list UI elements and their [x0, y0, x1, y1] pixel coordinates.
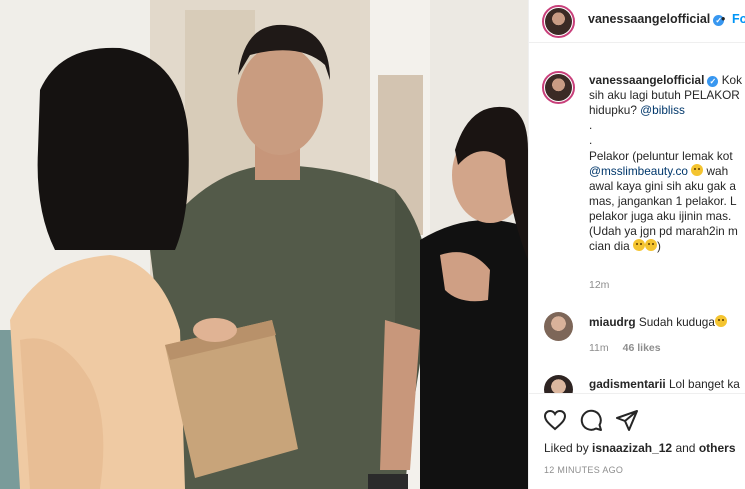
- share-icon[interactable]: [615, 408, 639, 432]
- post-time-ago[interactable]: 12 MINUTES AGO: [544, 465, 623, 475]
- caption-text-2: sih aku lagi butuh PELAKOR: [589, 88, 740, 102]
- mention-link-bibliss[interactable]: @bibliss: [640, 103, 685, 117]
- post-side-panel: vanessaangelofficial✓ • Fo vanessaangelo…: [528, 0, 745, 489]
- laughing-emoji-icon: [632, 239, 645, 251]
- author-avatar[interactable]: [542, 5, 575, 38]
- comment-1: miaudrg Sudah kuduga: [589, 315, 745, 330]
- author-username-header[interactable]: vanessaangelofficial ✓: [588, 12, 725, 26]
- post-photo[interactable]: [0, 0, 528, 489]
- caption-text-5: .: [589, 133, 593, 147]
- liked-by-and: and: [675, 441, 696, 455]
- author-username-text[interactable]: vanessaangelofficial: [588, 12, 710, 26]
- comment-icon[interactable]: [579, 408, 603, 432]
- liked-by-prefix: Liked by: [544, 441, 589, 455]
- comment-likes[interactable]: 46 likes: [623, 342, 661, 354]
- post-actions: Liked by isnaazizah_12 and others 12 MIN…: [529, 393, 745, 489]
- follow-button[interactable]: Fo: [732, 12, 745, 26]
- comment-time[interactable]: 11m: [589, 342, 609, 354]
- caption-text-1: Kok: [721, 73, 743, 87]
- comment-text: Sudah kuduga: [638, 315, 715, 329]
- commenter-avatar-miaudrg[interactable]: [544, 312, 573, 341]
- liked-by: Liked by isnaazizah_12 and others: [544, 441, 736, 455]
- post-image: [0, 0, 528, 489]
- comment-1-meta: 11m 46 likes: [589, 342, 661, 354]
- caption-text-11: (Udah ya jgn pd marah2in m: [589, 224, 738, 238]
- laughing-emoji-icon: [644, 239, 657, 251]
- flushed-emoji-icon: [691, 164, 704, 176]
- comment-username[interactable]: gadismentarii: [589, 377, 666, 391]
- grin-emoji-icon: [714, 315, 727, 327]
- liked-by-user[interactable]: isnaazizah_12: [592, 441, 672, 455]
- caption-text-4: .: [589, 118, 593, 132]
- caption-line-1: vanessaangelofficial ✓ Kok: [589, 73, 745, 88]
- caption-text-8: awal kaya gini sih aku gak a: [589, 179, 736, 193]
- caption-text-6: Pelakor (peluntur lemak kot: [589, 149, 733, 163]
- caption-timestamp[interactable]: 12m: [589, 279, 609, 291]
- heart-icon[interactable]: [543, 408, 567, 432]
- caption-text-10: pelakor juga aku ijinin mas.: [589, 209, 732, 223]
- caption-verified-icon: ✓: [707, 76, 719, 87]
- comment-2: gadismentarii Lol banget ka: [589, 377, 745, 392]
- caption-username[interactable]: vanessaangelofficial: [589, 73, 704, 87]
- comment-username[interactable]: miaudrg: [589, 315, 636, 329]
- caption-line-3: hidupku? @bibliss: [589, 103, 685, 117]
- post-header: vanessaangelofficial✓ • Fo: [529, 0, 745, 43]
- caption-avatar[interactable]: [542, 71, 575, 104]
- caption-line-7: @msslimbeauty.co wah: [589, 164, 729, 178]
- header-separator: •: [721, 12, 726, 26]
- mention-link-msslimbeauty[interactable]: @msslimbeauty.co: [589, 164, 688, 178]
- caption-line-12: cian dia ): [589, 239, 661, 253]
- comment-text: Lol banget ka: [668, 377, 740, 391]
- caption: vanessaangelofficial ✓ Kok sih aku lagi b…: [589, 73, 745, 254]
- caption-text-9: mas, jangankan 1 pelakor. L: [589, 194, 737, 208]
- liked-by-others[interactable]: others: [699, 441, 736, 455]
